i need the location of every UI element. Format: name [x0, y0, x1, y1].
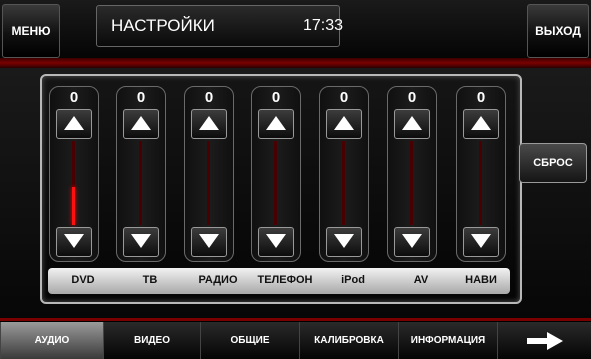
- volume-up-button[interactable]: [258, 109, 294, 139]
- channel-radio: 0: [184, 86, 234, 262]
- channel-label-tv: ТВ: [142, 274, 158, 286]
- exit-button[interactable]: ВЫХОД: [527, 4, 589, 58]
- level-fill: [72, 187, 75, 225]
- tab-label: АУДИО: [34, 335, 70, 346]
- triangle-up-icon: [334, 116, 354, 130]
- channel-label-ipod: iPod: [341, 274, 365, 286]
- channel-av: 0: [387, 86, 437, 262]
- triangle-up-icon: [131, 116, 151, 130]
- channel-value: 0: [407, 89, 417, 106]
- level-track[interactable]: [207, 141, 210, 225]
- volume-down-button[interactable]: [191, 227, 227, 257]
- volume-up-button[interactable]: [394, 109, 430, 139]
- channel-value: 0: [204, 89, 214, 106]
- volume-down-button[interactable]: [56, 227, 92, 257]
- tab-label: ИНФОРМАЦИЯ: [410, 335, 486, 346]
- next-button[interactable]: [497, 322, 591, 359]
- channel-ipod: 0: [319, 86, 369, 262]
- tab-information[interactable]: ИНФОРМАЦИЯ: [398, 322, 498, 359]
- channel-tv: 0: [116, 86, 166, 262]
- level-track[interactable]: [410, 141, 413, 225]
- channel-label-dvd: DVD: [71, 274, 95, 286]
- channel-label-phone: ТЕЛЕФОН: [257, 274, 313, 286]
- volume-down-button[interactable]: [463, 227, 499, 257]
- triangle-down-icon: [334, 234, 354, 248]
- red-band: [0, 58, 591, 68]
- channel-label-radio: РАДИО: [198, 274, 238, 286]
- top-bar: МЕНЮ НАСТРОЙКИ 17:33 ВЫХОД: [0, 0, 591, 58]
- clock: 17:33: [303, 17, 344, 34]
- tab-audio[interactable]: АУДИО: [0, 322, 104, 359]
- bottom-red-line: [0, 318, 591, 321]
- channel-navi: 0: [456, 86, 506, 262]
- exit-label: ВЫХОД: [535, 24, 581, 38]
- reset-label: СБРОС: [533, 157, 573, 169]
- triangle-down-icon: [64, 234, 84, 248]
- triangle-down-icon: [131, 234, 151, 248]
- mixer-panel: 0 0 0 0 0 0 0 DVD ТВ РАДИО ТЕЛЕФОН iPod …: [40, 74, 522, 304]
- level-track[interactable]: [479, 141, 482, 225]
- triangle-down-icon: [402, 234, 422, 248]
- volume-up-button[interactable]: [326, 109, 362, 139]
- channel-dvd: 0: [49, 86, 99, 262]
- volume-up-button[interactable]: [56, 109, 92, 139]
- triangle-up-icon: [402, 116, 422, 130]
- arrow-right-icon: [527, 331, 563, 350]
- title-box: НАСТРОЙКИ 17:33: [96, 5, 344, 47]
- channel-value: 0: [476, 89, 486, 106]
- volume-up-button[interactable]: [123, 109, 159, 139]
- volume-down-button[interactable]: [258, 227, 294, 257]
- volume-up-button[interactable]: [463, 109, 499, 139]
- volume-up-button[interactable]: [191, 109, 227, 139]
- channel-phone: 0: [251, 86, 301, 262]
- channel-value: 0: [271, 89, 281, 106]
- triangle-down-icon: [471, 234, 491, 248]
- volume-down-button[interactable]: [394, 227, 430, 257]
- channel-value: 0: [339, 89, 349, 106]
- level-track[interactable]: [342, 141, 345, 225]
- channel-value: 0: [69, 89, 79, 106]
- tab-video[interactable]: ВИДЕО: [103, 322, 201, 359]
- tab-general[interactable]: ОБЩИЕ: [200, 322, 300, 359]
- tab-label: КАЛИБРОВКА: [314, 335, 384, 346]
- menu-label: МЕНЮ: [11, 24, 51, 38]
- level-track[interactable]: [139, 141, 142, 225]
- volume-down-button[interactable]: [326, 227, 362, 257]
- channel-value: 0: [136, 89, 146, 106]
- triangle-up-icon: [64, 116, 84, 130]
- volume-down-button[interactable]: [123, 227, 159, 257]
- channel-label-navi: НАВИ: [465, 274, 497, 286]
- page-title: НАСТРОЙКИ: [111, 16, 215, 35]
- triangle-down-icon: [266, 234, 286, 248]
- level-track[interactable]: [274, 141, 277, 225]
- triangle-down-icon: [199, 234, 219, 248]
- menu-button[interactable]: МЕНЮ: [2, 4, 60, 58]
- triangle-up-icon: [471, 116, 491, 130]
- channel-labels-bar: DVD ТВ РАДИО ТЕЛЕФОН iPod AV НАВИ: [48, 268, 510, 294]
- triangle-up-icon: [266, 116, 286, 130]
- triangle-up-icon: [199, 116, 219, 130]
- tab-label: ВИДЕО: [134, 335, 170, 346]
- tab-calibration[interactable]: КАЛИБРОВКА: [299, 322, 399, 359]
- reset-button[interactable]: СБРОС: [519, 143, 587, 183]
- tab-label: ОБЩИЕ: [230, 335, 270, 346]
- level-track[interactable]: [72, 141, 75, 225]
